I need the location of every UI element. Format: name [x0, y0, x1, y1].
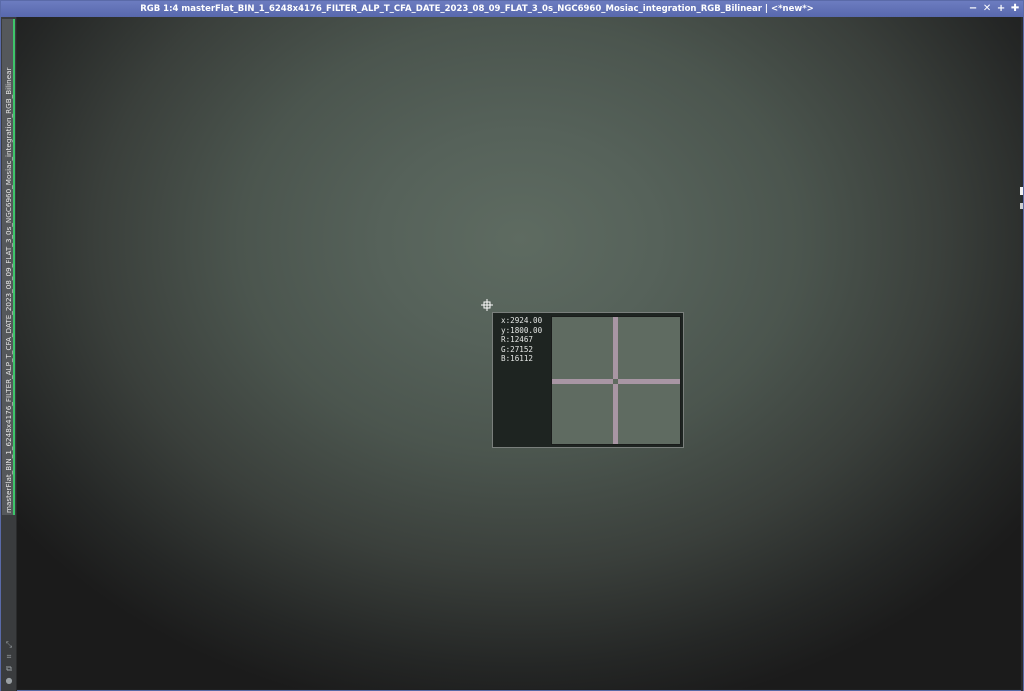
crosshair-cursor-icon: [481, 299, 493, 311]
readout-g: G:27152: [501, 344, 534, 354]
image-window: RGB 1:4 masterFlat_BIN_1_6248x4176_FILTE…: [0, 0, 1024, 691]
status-dot-icon: ●: [5, 676, 13, 685]
readout-b: B:16112: [501, 354, 534, 364]
collapse-icon[interactable]: ⤡: [5, 641, 13, 649]
maximize-icon[interactable]: +: [997, 4, 1005, 14]
window-controls: − ✕ + ✚: [969, 1, 1019, 17]
right-edge-bar: [1020, 17, 1023, 691]
window-titlebar[interactable]: RGB 1:4 masterFlat_BIN_1_6248x4176_FILTE…: [1, 1, 1023, 17]
window-title: RGB 1:4 masterFlat_BIN_1_6248x4176_FILTE…: [140, 4, 814, 14]
edge-marker: [1020, 203, 1023, 209]
close-icon[interactable]: ✚: [1011, 4, 1019, 14]
magnifier-view: [551, 316, 681, 445]
fit-view-icon[interactable]: ⌗: [5, 653, 13, 661]
minimize-icon[interactable]: −: [969, 4, 977, 14]
shade-icon[interactable]: ✕: [983, 4, 991, 14]
readout-x: x:2924.00: [501, 316, 543, 325]
readout-values: x:2924.00 y:1800.00 R:12467 G:27152 B:16…: [501, 316, 542, 364]
pixel-readout-panel: x:2924.00 y:1800.00 R:12467 G:27152 B:16…: [492, 312, 684, 448]
readout-r: R:12467: [501, 335, 534, 345]
view-id-label: masterFlat_BIN_1_6248x4176_FILTER_ALP_T_…: [4, 67, 13, 513]
magnifier-center-pixel: [613, 379, 618, 384]
readout-y: y:1800.00: [501, 325, 543, 335]
view-sidebar: masterFlat_BIN_1_6248x4176_FILTER_ALP_T_…: [1, 17, 17, 691]
sidebar-tools: ⤡ ⌗ ⧉ ●: [3, 641, 15, 685]
edge-marker: [1020, 187, 1023, 195]
clone-icon[interactable]: ⧉: [5, 665, 13, 673]
view-id-tab[interactable]: masterFlat_BIN_1_6248x4176_FILTER_ALP_T_…: [2, 19, 15, 515]
